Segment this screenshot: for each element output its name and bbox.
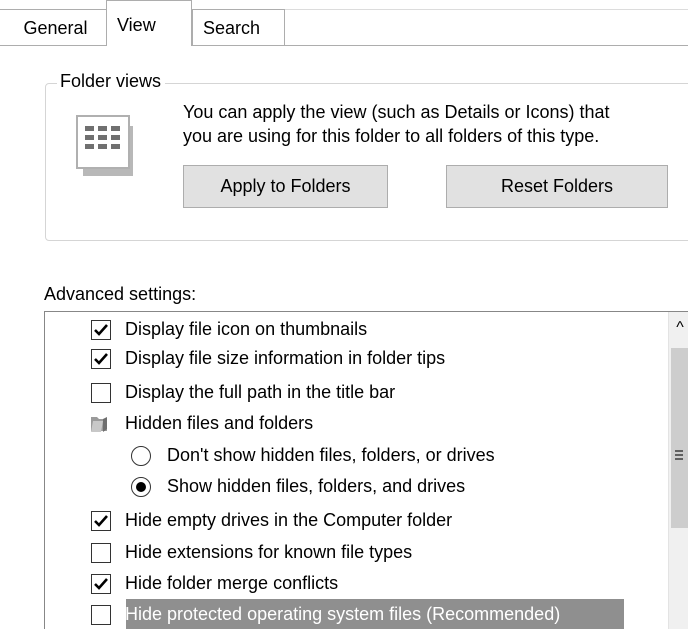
list-item[interactable]: Don't show hidden files, folders, or dri…	[45, 440, 688, 472]
scroll-up-arrow-icon[interactable]: ^	[669, 312, 688, 344]
folder-options-window: General Search View Folder views You can…	[0, 0, 688, 629]
reset-folders-button[interactable]: Reset Folders	[446, 165, 668, 208]
list-item-label: Display file icon on thumbnails	[125, 319, 368, 339]
tab-search[interactable]: Search	[192, 9, 285, 45]
list-item-label: Display file size information in folder …	[125, 348, 446, 368]
tab-view-label: View	[117, 15, 156, 35]
list-item[interactable]: Show hidden files, folders, and drives	[45, 471, 688, 503]
checkbox-hide-protected-files[interactable]	[91, 605, 111, 625]
checkmark-icon	[94, 353, 108, 365]
checkbox-display-full-path[interactable]	[91, 383, 111, 403]
checkmark-icon	[94, 515, 108, 527]
list-item[interactable]: Hide extensions for known file types	[45, 537, 688, 569]
tab-search-label: Search	[203, 18, 261, 38]
checkbox-hide-extensions[interactable]	[91, 543, 111, 563]
folder-views-description: You can apply the view (such as Details …	[183, 100, 610, 148]
advanced-settings-label: Advanced settings:	[44, 284, 197, 304]
checkbox-hide-empty-drives[interactable]	[91, 511, 111, 531]
checkmark-icon	[94, 578, 108, 590]
tabstrip-filler	[285, 9, 688, 45]
advanced-settings-list[interactable]: Display file icon on thumbnails Display …	[44, 311, 688, 629]
checkmark-icon	[94, 324, 108, 336]
folder-icon	[89, 414, 111, 434]
tabstrip-divider	[0, 45, 688, 46]
list-item-label: Display the full path in the title bar	[125, 382, 396, 402]
apply-to-folders-button[interactable]: Apply to Folders	[183, 165, 388, 208]
list-item-label: Show hidden files, folders, and drives	[167, 476, 466, 496]
list-item-label: Hide protected operating system files (R…	[125, 604, 561, 624]
list-item[interactable]: Display the full path in the title bar	[45, 377, 688, 409]
radio-dot-icon	[136, 482, 146, 492]
checkbox-display-file-icon[interactable]	[91, 320, 111, 340]
folder-view-icon	[75, 114, 135, 176]
checkbox-display-file-size[interactable]	[91, 349, 111, 369]
list-item[interactable]: Display file size information in folder …	[45, 343, 688, 375]
vertical-scrollbar[interactable]: ^	[668, 312, 688, 629]
list-item[interactable]: Hide empty drives in the Computer folder	[45, 505, 688, 537]
list-item-label: Hide extensions for known file types	[125, 542, 413, 562]
tab-view[interactable]: View	[106, 0, 192, 46]
list-item-selected[interactable]: Hide protected operating system files (R…	[45, 599, 688, 629]
tab-general[interactable]: General	[0, 9, 107, 45]
list-item[interactable]: Display file icon on thumbnails	[45, 314, 688, 346]
tab-general-label: General	[23, 18, 88, 38]
radio-show-hidden[interactable]	[131, 477, 151, 497]
radio-dont-show-hidden[interactable]	[131, 446, 151, 466]
list-item-group: Hidden files and folders	[45, 408, 688, 440]
list-item-label: Hidden files and folders	[125, 413, 314, 433]
scroll-grip-icon	[675, 450, 683, 462]
folder-views-legend: Folder views	[57, 70, 166, 92]
list-item-label: Don't show hidden files, folders, or dri…	[167, 445, 495, 465]
checkbox-hide-merge-conflicts[interactable]	[91, 574, 111, 594]
list-item-label: Hide folder merge conflicts	[125, 573, 339, 593]
scroll-thumb[interactable]	[671, 348, 688, 528]
description-line-2: you are using for this folder to all fol…	[183, 126, 600, 146]
list-item-label: Hide empty drives in the Computer folder	[125, 510, 453, 530]
description-line-1: You can apply the view (such as Details …	[183, 102, 610, 122]
list-item[interactable]: Hide folder merge conflicts	[45, 568, 688, 600]
